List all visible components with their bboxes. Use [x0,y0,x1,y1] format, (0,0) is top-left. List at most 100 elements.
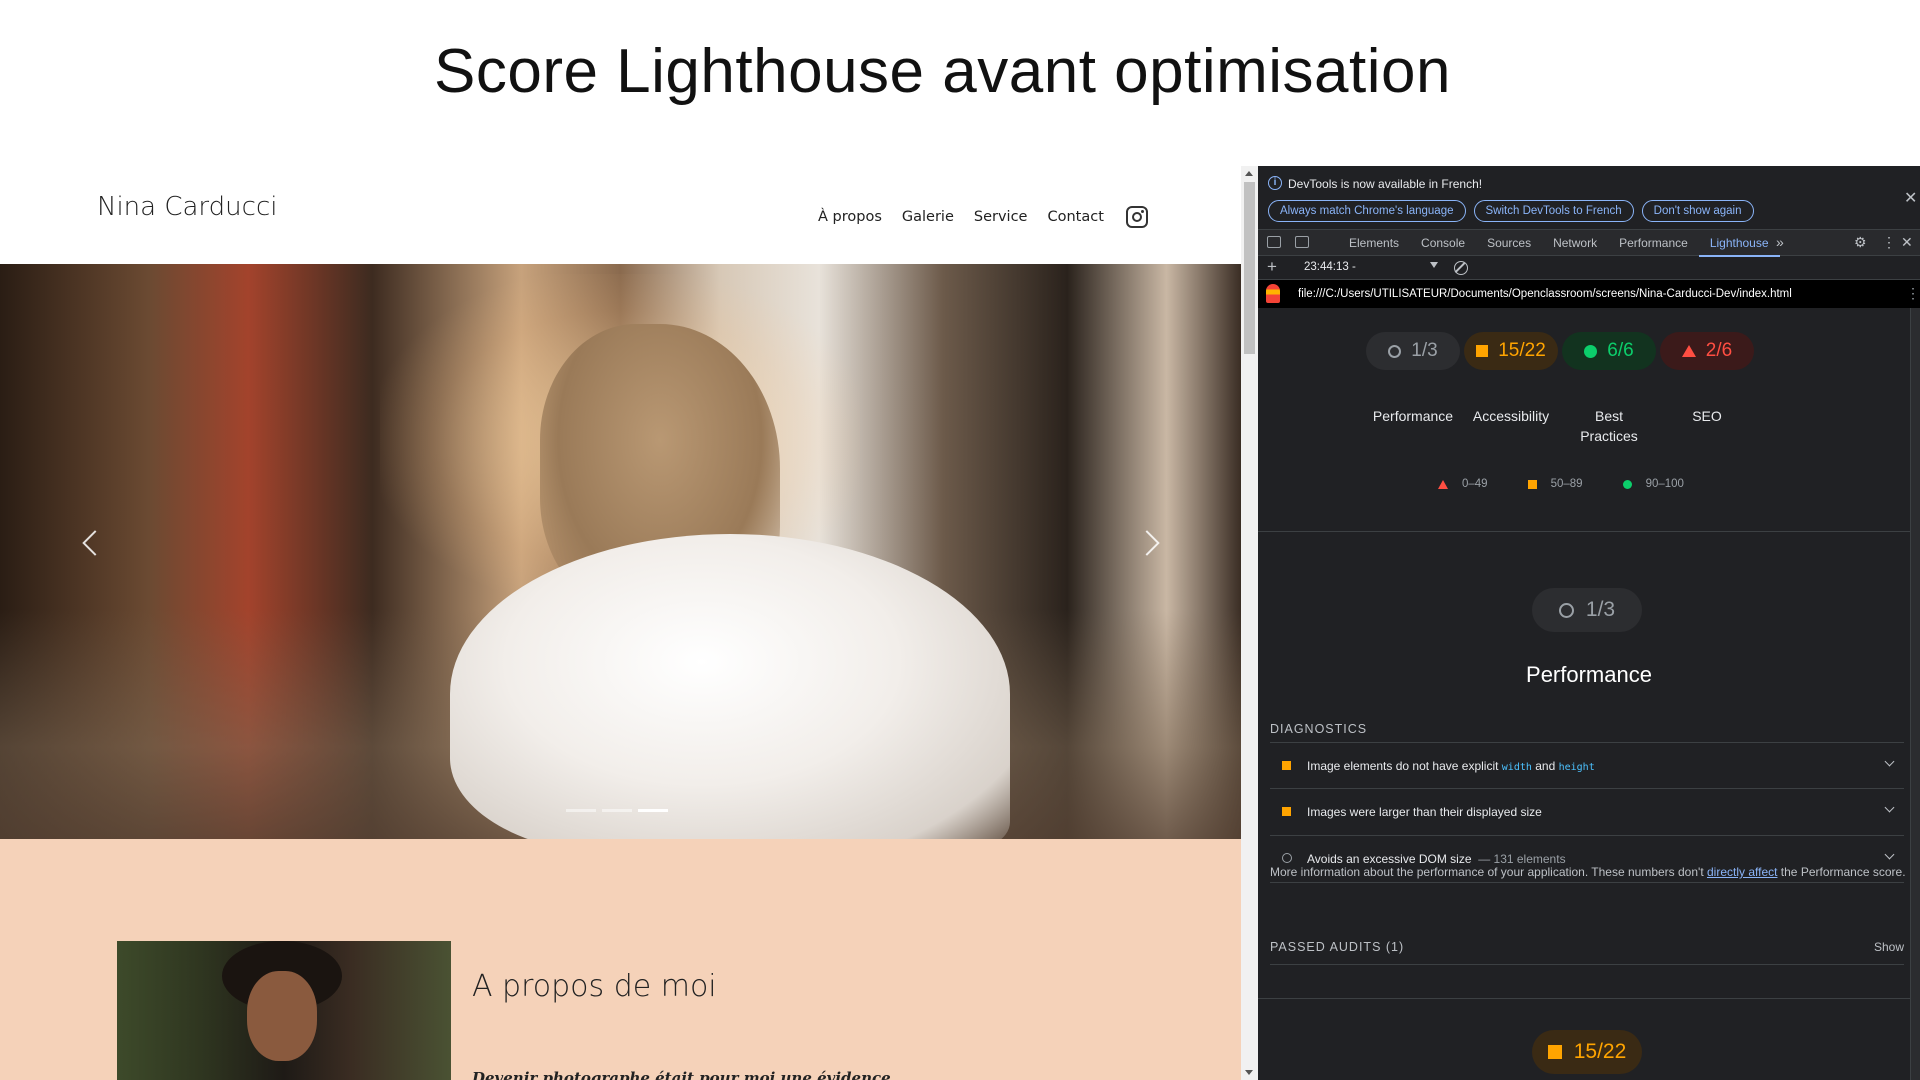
report-url-bar: file:///C:/Users/UTILISATEUR/Documents/O… [1258,280,1920,308]
audit-oversized-images[interactable]: Images were larger than their displayed … [1270,789,1904,836]
performance-title: Performance [1526,662,1652,687]
devtools-panel: i DevTools is now available in French! ✕… [1258,166,1920,1080]
site-scrollbar[interactable] [1241,166,1258,1080]
tab-sources[interactable]: Sources [1476,230,1542,256]
devtools-scrollbar[interactable] [1910,308,1920,1080]
accessibility-score: 15/22 [1573,1040,1627,1063]
neutral-circle-icon [1558,602,1574,618]
slide-title: Score Lighthouse avant optimisation [433,37,1451,106]
fail-triangle-icon [1438,479,1448,489]
kebab-menu-icon[interactable]: ⋮ [1906,285,1920,302]
carousel-indicator-active[interactable] [638,809,668,812]
about-text: Devenir photographe était pour moi une é… [472,1069,896,1080]
directly-affect-link[interactable]: directly affect [1707,865,1777,879]
dont-show-button[interactable]: Don't show again [1641,200,1754,222]
gear-icon[interactable]: ⚙ [1854,234,1867,251]
match-language-button[interactable]: Always match Chrome's language [1268,200,1466,222]
about-section: A propos de moi Devenir photographe étai… [0,839,1241,1080]
more-tabs-icon[interactable]: » [1776,234,1784,250]
neutral-circle-icon [1388,344,1402,358]
nav-link-galerie[interactable]: Galerie [902,209,954,225]
carousel-prev-icon[interactable] [82,530,108,556]
performance-gauge: 1/3 [1532,588,1642,632]
category-labels: Performance Accessibility Best Practices… [1366,406,1754,446]
gauge-performance[interactable]: 1/3 [1366,332,1460,370]
site-logo[interactable]: Nina Carducci [97,192,277,222]
score-value: 1/3 [1411,340,1438,361]
tab-lighthouse[interactable]: Lighthouse [1698,230,1780,257]
show-button[interactable]: Show [1874,940,1904,954]
chevron-down-icon[interactable] [1884,802,1895,813]
legend-pass: 90–100 [1645,478,1684,490]
chevron-down-icon[interactable] [1430,262,1438,268]
divider [1258,998,1920,999]
devtools-tabbar: Elements Console Sources Network Perform… [1258,230,1920,257]
language-infobar: i DevTools is now available in French! ✕… [1258,166,1920,230]
close-icon[interactable]: ✕ [1904,188,1917,208]
score-value: 15/22 [1498,340,1546,361]
about-title: A propos de moi [472,969,717,1004]
gauge-accessibility[interactable]: 15/22 [1464,332,1558,370]
accessibility-gauge: 15/22 [1532,1030,1642,1074]
audit-unsized-images[interactable]: Image elements do not have explicit widt… [1270,742,1904,789]
passed-audits-heading: PASSED AUDITS (1) [1270,940,1405,954]
pass-dot-icon [1622,479,1632,489]
average-square-icon [1547,1045,1562,1059]
pass-dot-icon [1584,344,1598,358]
score-legend: 0–49 50–89 90–100 [1438,478,1684,490]
infobar-message: DevTools is now available in French! [1288,177,1483,191]
device-toolbar-icon[interactable] [1295,236,1309,248]
gauge-best-practices[interactable]: 6/6 [1562,332,1656,370]
nav-link-contact[interactable]: Contact [1047,209,1103,225]
diagnostics-heading: DIAGNOSTICS [1270,722,1368,736]
carousel-next-icon[interactable] [1134,530,1160,556]
category-label-performance[interactable]: Performance [1366,406,1460,446]
switch-french-button[interactable]: Switch DevTools to French [1473,200,1634,222]
website-preview: Nina Carducci À propos Galerie Service C… [0,166,1241,1080]
scroll-up-icon[interactable] [1245,171,1253,176]
portrait-image [117,941,451,1080]
tab-console[interactable]: Console [1410,230,1476,256]
carousel-indicator[interactable] [566,809,596,812]
report-selector[interactable]: 23:44:13 - [1304,261,1356,273]
category-label-accessibility[interactable]: Accessibility [1464,406,1558,446]
divider [1258,531,1920,532]
lighthouse-report: 1/3 15/22 6/6 2/6 Performance Accessibil… [1258,308,1920,1080]
chevron-down-icon[interactable] [1884,756,1895,767]
hero-carousel[interactable] [0,264,1241,839]
close-devtools-icon[interactable]: ✕ [1901,234,1913,251]
gauge-seo[interactable]: 2/6 [1660,332,1754,370]
fail-triangle-icon [1681,345,1696,357]
clear-icon[interactable] [1454,261,1468,275]
carousel-indicator[interactable] [602,809,632,812]
legend-fail: 0–49 [1462,478,1488,490]
instagram-icon[interactable] [1125,206,1148,228]
new-report-icon[interactable]: + [1267,257,1277,277]
tab-network[interactable]: Network [1542,230,1608,256]
scroll-down-icon[interactable] [1245,1070,1253,1075]
nav-link-service[interactable]: Service [974,209,1028,225]
category-label-best-practices[interactable]: Best Practices [1562,406,1656,446]
score-value: 6/6 [1607,340,1634,361]
tab-elements[interactable]: Elements [1338,230,1410,256]
tab-performance[interactable]: Performance [1608,230,1699,256]
score-gauges: 1/3 15/22 6/6 2/6 [1366,332,1754,370]
nav-link-a-propos[interactable]: À propos [818,209,882,225]
passed-audits[interactable]: PASSED AUDITS (1) Show [1270,928,1904,965]
carousel-indicators [566,809,668,812]
performance-score: 1/3 [1585,598,1616,621]
lighthouse-toolbar: + 23:44:13 - [1258,256,1920,280]
category-label-seo[interactable]: SEO [1660,406,1754,446]
average-square-icon [1282,761,1291,770]
carousel-image-dress [450,534,1010,839]
report-url: file:///C:/Users/UTILISATEUR/Documents/O… [1298,288,1792,300]
legend-average: 50–89 [1550,478,1583,490]
performance-note: More information about the performance o… [1270,865,1906,879]
score-value: 2/6 [1705,340,1733,361]
scroll-thumb[interactable] [1244,182,1255,354]
average-square-icon [1476,345,1489,357]
kebab-menu-icon[interactable]: ⋮ [1882,234,1896,251]
chevron-down-icon[interactable] [1884,849,1895,860]
inspect-element-icon[interactable] [1267,236,1281,248]
site-nav: À propos Galerie Service Contact [818,206,1148,228]
